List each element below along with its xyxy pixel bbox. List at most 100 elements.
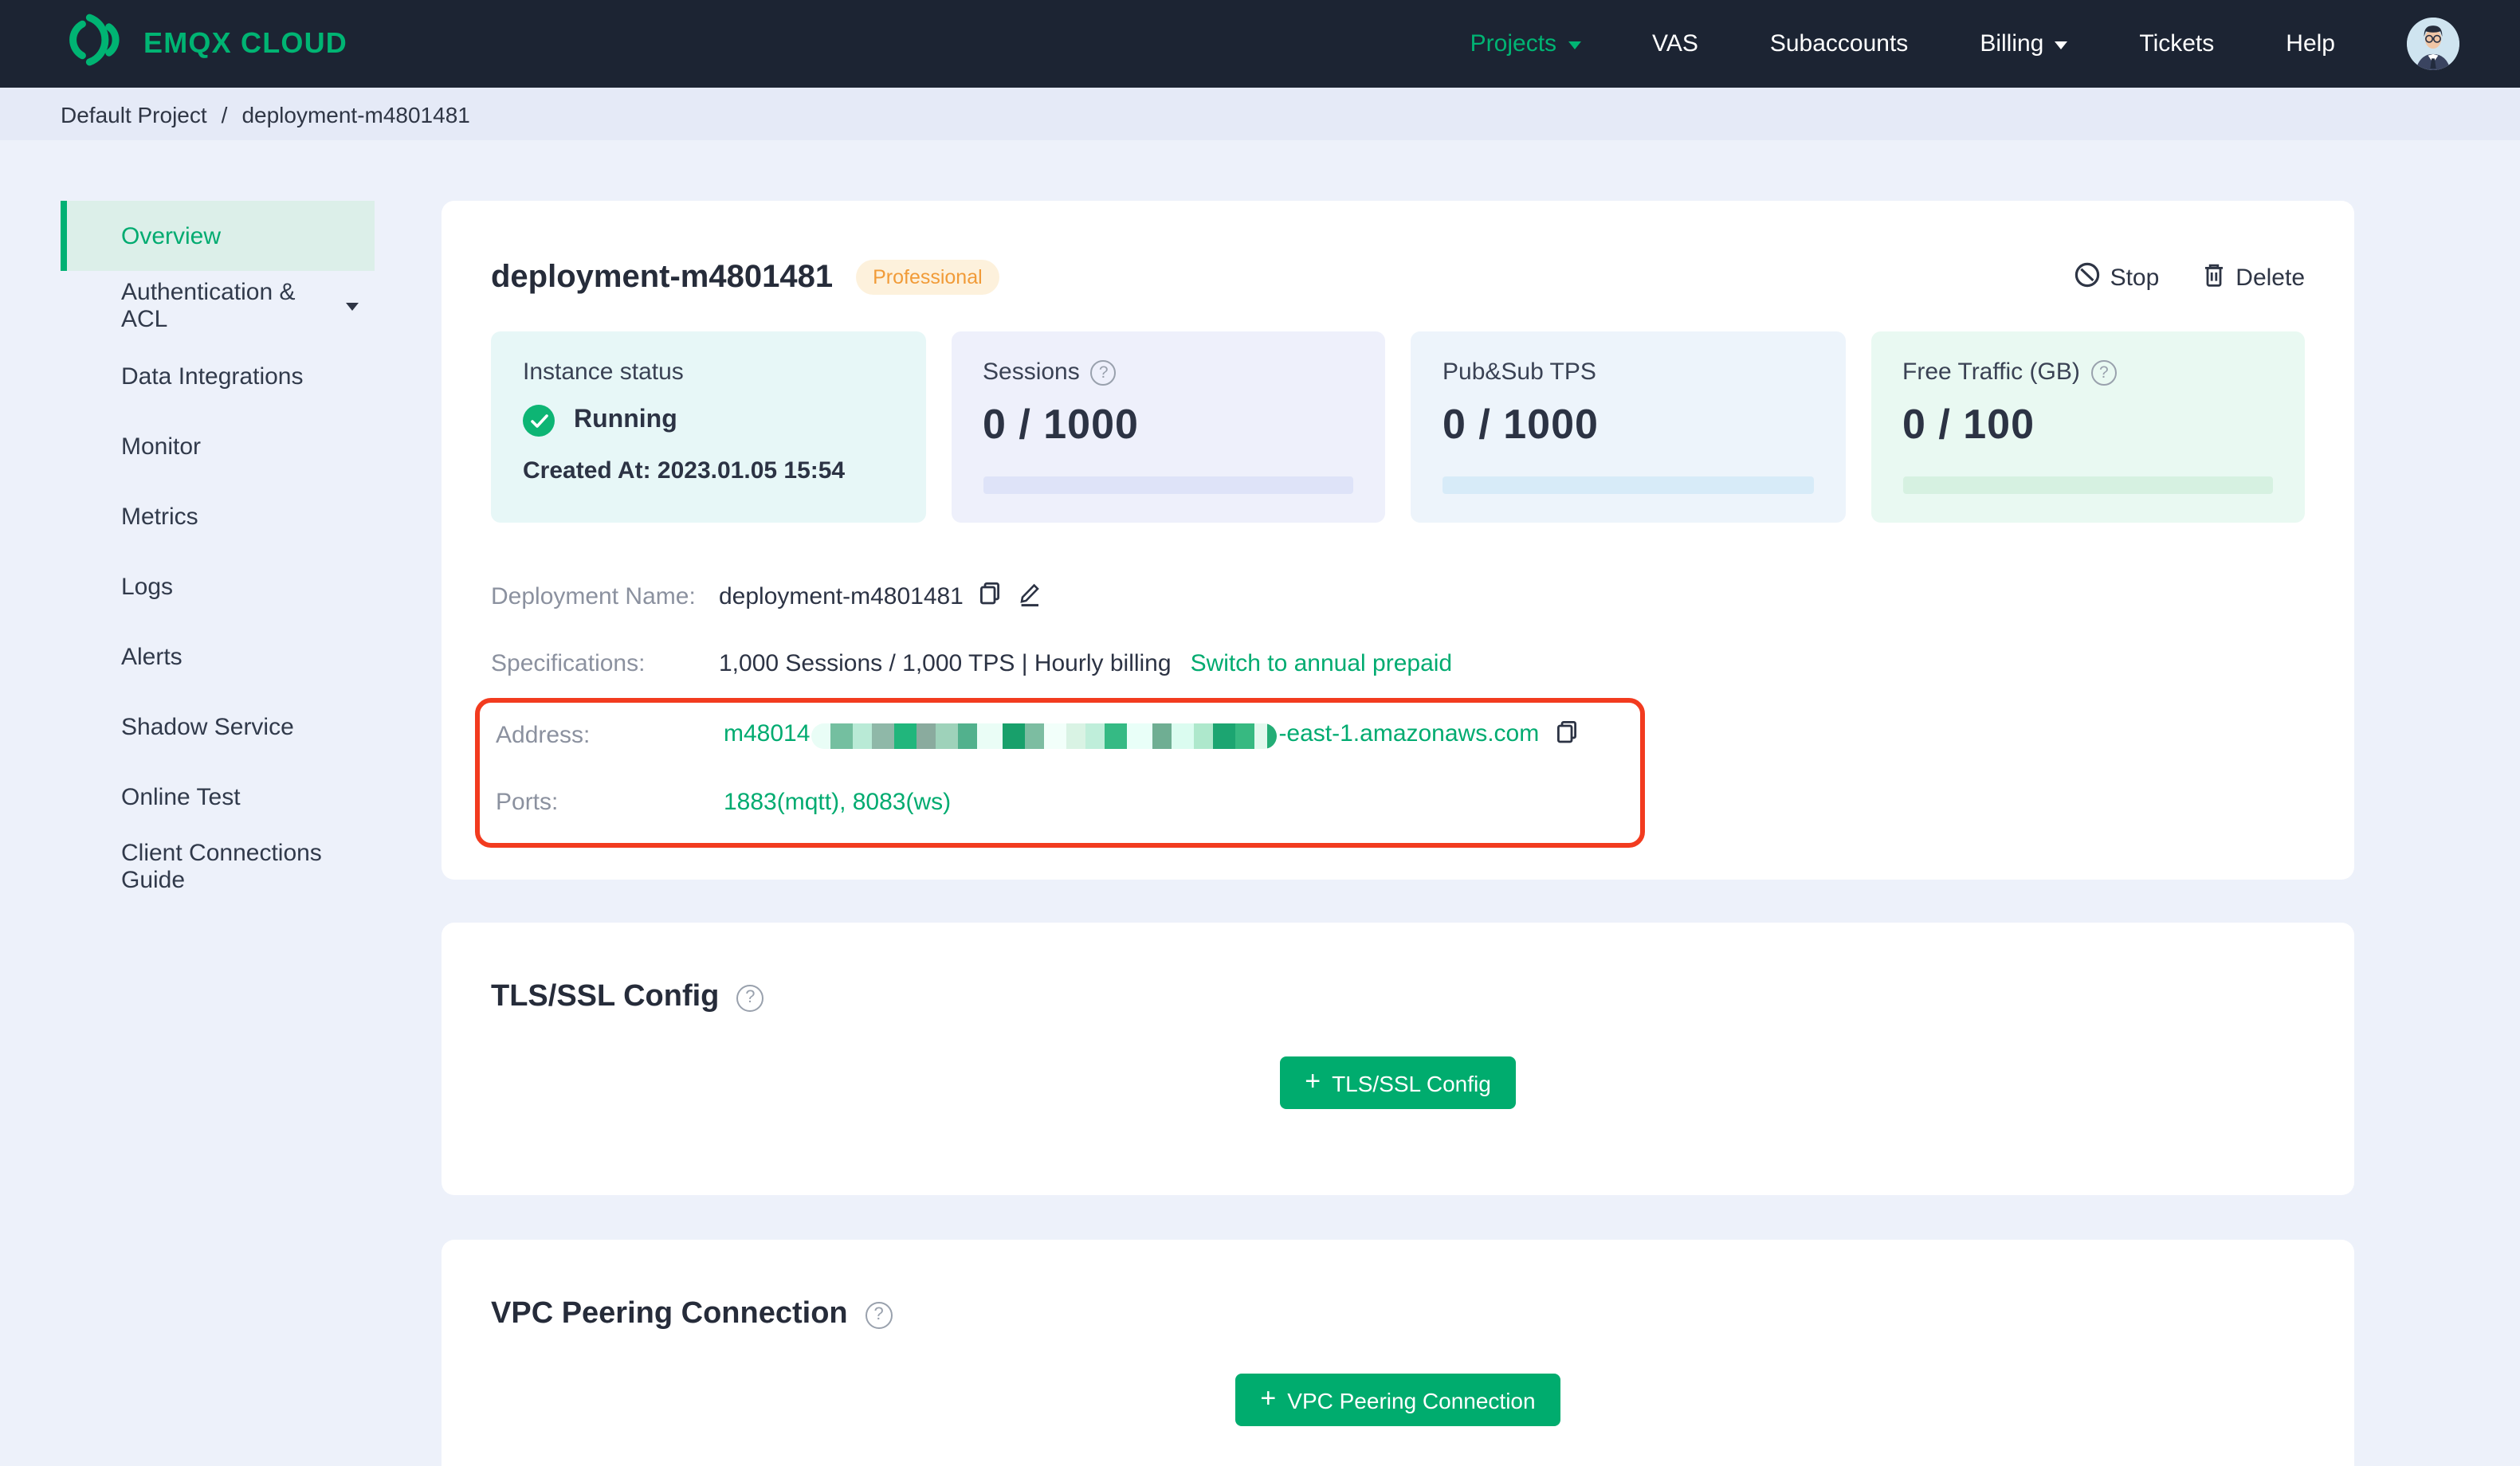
plus-icon: + (1305, 1066, 1321, 1096)
traffic-label: Free Traffic (GB) (1902, 359, 2080, 386)
nav-subaccounts-label: Subaccounts (1769, 30, 1909, 57)
specifications-label: Specifications: (491, 649, 646, 676)
vpc-title: VPC Peering Connection (491, 1297, 848, 1331)
nav-projects[interactable]: Projects (1470, 30, 1581, 57)
nav-vas-label: VAS (1652, 30, 1698, 57)
chevron-down-icon (1568, 41, 1581, 49)
sidebar-item-label: Monitor (121, 433, 202, 460)
sidebar-item-logs[interactable]: Logs (61, 551, 375, 621)
copy-address-button[interactable] (1553, 719, 1579, 751)
deployment-name-label: Deployment Name: (491, 582, 696, 610)
address-annotation-highlight: Address: m48014 -east-1.amazonaws.com Po… (475, 698, 1645, 848)
vpc-button-label: VPC Peering Connection (1287, 1387, 1536, 1413)
status-running: Running (574, 406, 677, 433)
copy-name-button[interactable] (978, 580, 1003, 612)
nav-tickets-label: Tickets (2139, 30, 2215, 57)
ports-label: Ports: (496, 788, 559, 815)
copy-icon (978, 580, 1003, 612)
breadcrumb: Default Project / deployment-m4801481 (0, 88, 2520, 140)
sessions-value: 0 / 1000 (983, 400, 1139, 448)
created-at: Created At: 2023.01.05 15:54 (523, 457, 846, 484)
add-vpc-peering-button[interactable]: + VPC Peering Connection (1234, 1374, 1561, 1426)
traffic-value: 0 / 100 (1902, 400, 2035, 448)
tps-label: Pub&Sub TPS (1443, 359, 1596, 386)
top-navigation: Projects VAS Subaccounts Billing Tickets… (1470, 18, 2459, 70)
ports-row: Ports: 1883(mqtt), 8083(ws) (496, 779, 1640, 824)
help-icon[interactable]: ? (736, 984, 764, 1011)
tls-ssl-card: TLS/SSL Config ? + TLS/SSL Config (442, 923, 2354, 1195)
sidebar-item-label: Data Integrations (121, 363, 304, 390)
nav-tickets[interactable]: Tickets (2139, 30, 2214, 57)
sidebar-item-alerts[interactable]: Alerts (61, 621, 375, 692)
nav-help[interactable]: Help (2286, 30, 2335, 57)
sidebar-item-label: Authentication & ACL (121, 279, 296, 333)
help-icon[interactable]: ? (865, 1301, 893, 1328)
address-value: m48014 -east-1.amazonaws.com (724, 720, 1540, 749)
delete-button[interactable]: Delete (2200, 261, 2305, 294)
sidebar-item-label: Metrics (121, 503, 198, 530)
address-label: Address: (496, 721, 591, 748)
deployment-title: deployment-m4801481 (491, 259, 834, 294)
main-content: deployment-m4801481 Professional Stop De… (442, 140, 2354, 1466)
tps-value: 0 / 1000 (1443, 400, 1599, 448)
stop-button[interactable]: Stop (2074, 261, 2159, 294)
sessions-progress-bar (983, 476, 1353, 494)
pubsub-tps-card: Pub&Sub TPS 0 / 1000 (1411, 331, 1845, 523)
edit-pencil-icon (1018, 580, 1043, 612)
delete-label: Delete (2235, 264, 2305, 291)
instance-status-label: Instance status (523, 359, 684, 386)
nav-subaccounts[interactable]: Subaccounts (1770, 30, 1908, 57)
sessions-label: Sessions (983, 359, 1080, 386)
topbar: EMQX CLOUD Projects VAS Subaccounts Bill… (0, 0, 2520, 88)
help-icon[interactable]: ? (1090, 359, 1117, 385)
sidebar-item-label: Client Connections Guide (121, 840, 322, 894)
brand-name: EMQX CLOUD (143, 27, 348, 59)
help-icon[interactable]: ? (2090, 359, 2117, 385)
tls-title: TLS/SSL Config (491, 980, 720, 1013)
edit-name-button[interactable] (1018, 580, 1043, 612)
page: EMQX CLOUD Projects VAS Subaccounts Bill… (0, 0, 2520, 1466)
add-tls-ssl-config-button[interactable]: + TLS/SSL Config (1279, 1056, 1517, 1109)
deployment-name-row: Deployment Name: deployment-m4801481 (491, 574, 2305, 618)
sidebar-item-authentication-acl[interactable]: Authentication & ACL (61, 271, 375, 341)
nav-help-label: Help (2286, 30, 2335, 57)
ports-value: 1883(mqtt), 8083(ws) (724, 788, 952, 815)
nav-projects-label: Projects (1470, 30, 1557, 57)
breadcrumb-project[interactable]: Default Project (61, 101, 207, 127)
sessions-card: Sessions ? 0 / 1000 (951, 331, 1385, 523)
plus-icon: + (1260, 1383, 1277, 1413)
free-traffic-card: Free Traffic (GB) ? 0 / 100 (1870, 331, 2305, 523)
sidebar-item-label: Online Test (121, 783, 241, 810)
sidebar-item-online-test[interactable]: Online Test (61, 762, 375, 832)
user-avatar[interactable] (2407, 18, 2459, 70)
nav-billing[interactable]: Billing (1980, 30, 2068, 57)
deployment-overview-card: deployment-m4801481 Professional Stop De… (442, 201, 2354, 880)
address-row: Address: m48014 -east-1.amazonaws.com (496, 712, 1640, 757)
sidebar-item-metrics[interactable]: Metrics (61, 481, 375, 551)
switch-annual-prepaid-link[interactable]: Switch to annual prepaid (1191, 649, 1453, 676)
nav-vas[interactable]: VAS (1652, 30, 1698, 57)
brand[interactable]: EMQX CLOUD (61, 11, 347, 76)
check-circle-icon (523, 405, 555, 437)
copy-icon (1553, 719, 1579, 751)
sidebar-item-label: Logs (121, 573, 174, 600)
specifications-value: 1,000 Sessions / 1,000 TPS | Hourly bill… (719, 649, 1172, 676)
vpc-peering-card: VPC Peering Connection ? + VPC Peering C… (442, 1240, 2354, 1466)
redacted-address-mosaic (811, 723, 1278, 749)
specifications-row: Specifications: 1,000 Sessions / 1,000 T… (491, 641, 2305, 685)
sidebar-item-shadow-service[interactable]: Shadow Service (61, 692, 375, 762)
chevron-down-icon (2055, 41, 2068, 49)
breadcrumb-separator: / (221, 101, 228, 127)
sidebar-item-data-integrations[interactable]: Data Integrations (61, 341, 375, 411)
tps-progress-bar (1443, 476, 1813, 494)
sidebar-item-overview[interactable]: Overview (61, 201, 375, 271)
sidebar-item-label: Overview (121, 222, 222, 249)
sidebar-item-label: Shadow Service (121, 713, 294, 740)
plan-badge: Professional (855, 260, 1000, 295)
instance-status-card: Instance status Running Created At: 2023… (491, 331, 925, 523)
stop-icon (2074, 261, 2101, 294)
sidebar-item-client-connections-guide[interactable]: Client Connections Guide (61, 832, 375, 902)
sidebar-item-monitor[interactable]: Monitor (61, 411, 375, 481)
breadcrumb-current: deployment-m4801481 (241, 101, 470, 127)
deployment-name-value: deployment-m4801481 (719, 582, 964, 610)
